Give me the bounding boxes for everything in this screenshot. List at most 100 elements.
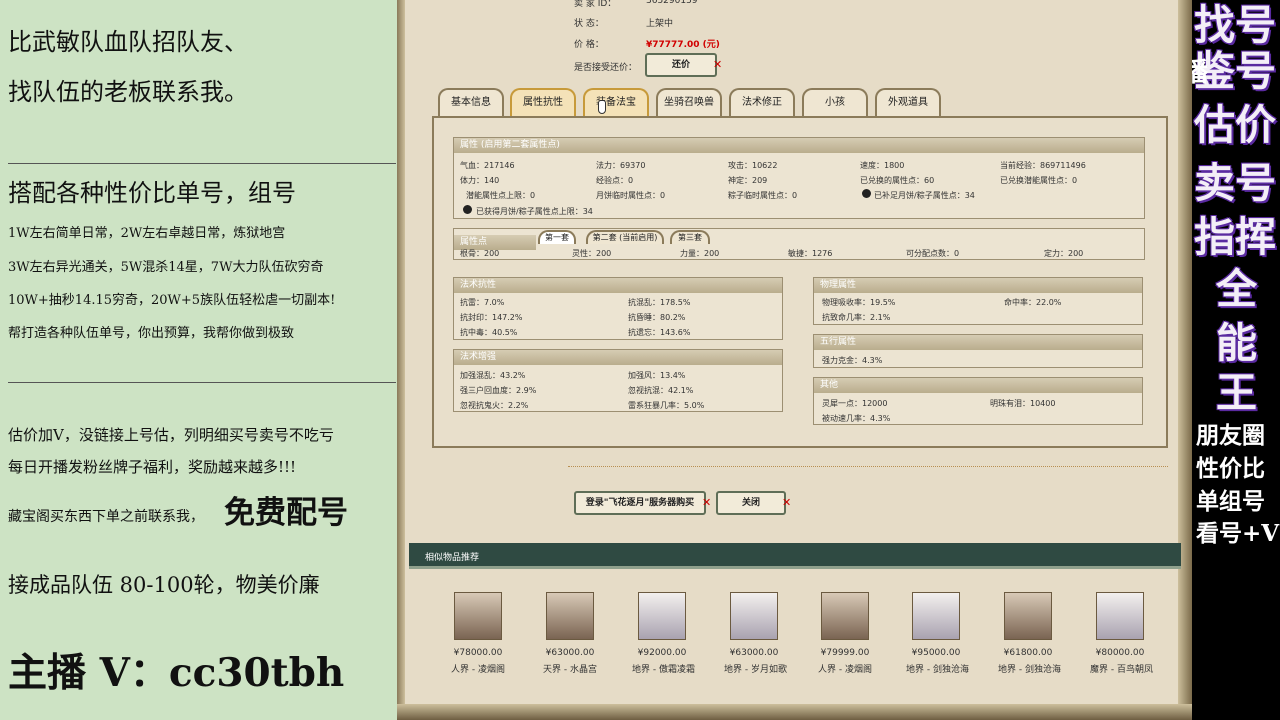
item-price: ¥63000.00 (729, 648, 779, 658)
attr-value: 攻击：10622 (728, 161, 778, 170)
tab-equipment[interactable]: 装备法宝 (583, 88, 649, 116)
attr-value: 气血：217146 (460, 161, 515, 170)
character-portrait[interactable] (454, 592, 502, 640)
point-value: 定力：200 (1044, 249, 1084, 258)
attr-value: 速度：1800 (860, 161, 905, 170)
points-set-1[interactable]: 第一套 (538, 230, 576, 244)
tab-appearance[interactable]: 外观道具 (875, 88, 941, 116)
item-server: 地界 - 傲霜凌霜 (632, 665, 695, 675)
bargain-button[interactable]: 还价 (645, 53, 717, 77)
promo-line: 每日开播发粉丝牌子福利，奖励越来越多!!! (8, 458, 297, 476)
attr-value: 体力：140 (460, 176, 500, 185)
seller-id-value: 365290159 (646, 0, 698, 6)
resist-value: 抗雷：7.0% (460, 298, 505, 307)
promo-panel-left: 比武敏队血队招队友、 找队伍的老板联系我。 搭配各种性价比单号，组号 1W左右简… (0, 0, 397, 720)
character-portrait[interactable] (821, 592, 869, 640)
tab-basic-info[interactable]: 基本信息 (438, 88, 504, 116)
character-portrait[interactable] (730, 592, 778, 640)
resist-value: 抗昏睡：80.2% (628, 313, 686, 322)
close-button[interactable]: 关闭 (716, 491, 786, 515)
attributes-header: 属性 (启用第二套属性点) (454, 138, 1144, 153)
price-label: 价 格： (574, 40, 604, 50)
tab-attr-resist[interactable]: 属性抗性 (510, 88, 576, 116)
attr-value: 粽子临时属性点：0 (728, 191, 798, 200)
attr-value: 已兑换的属性点：60 (860, 176, 935, 185)
promo-line: 估价加V，没链接上号估，列明细买号卖号不吃亏 (8, 426, 334, 444)
other-value: 灵犀一点：12000 (822, 399, 888, 408)
promo-highlight: 免费配号 (224, 495, 348, 531)
similar-item[interactable]: ¥63000.00 天界 - 水晶宫 (540, 592, 600, 675)
item-server: 天界 - 水晶宫 (543, 665, 597, 675)
promo-line: 帮打造各种队伍单号，你出预算，我帮你做到极致 (8, 326, 295, 341)
boost-value: 强三户回血度：2.9% (460, 386, 537, 395)
similar-item[interactable]: ¥92000.00 地界 - 傲霜凌霜 (632, 592, 695, 675)
item-price: ¥79999.00 (820, 648, 870, 658)
boost-value: 雷系狂暴几率：5.0% (628, 401, 705, 410)
character-portrait[interactable] (912, 592, 960, 640)
boost-value: 忽视抗鬼火：2.2% (460, 401, 529, 410)
attr-value: 当前经验：869711496 (1000, 161, 1086, 170)
phys-header: 物理属性 (814, 278, 1142, 293)
item-price: ¥78000.00 (453, 648, 503, 658)
point-value: 根骨：200 (460, 249, 500, 258)
points-set-3[interactable]: 第三套 (670, 230, 710, 244)
promo-line: 1W左右简单日常，2W左右卓越日常，炼狱地宫 (8, 226, 286, 241)
banner-text: 全 (1216, 265, 1257, 313)
resist-value: 抗混乱：178.5% (628, 298, 691, 307)
item-price: ¥80000.00 (1095, 648, 1145, 658)
help-icon[interactable] (463, 205, 472, 214)
similar-item[interactable]: ¥80000.00 魔界 - 百鸟朝凤 (1090, 592, 1153, 675)
character-portrait[interactable] (1004, 592, 1052, 640)
tab-child[interactable]: 小孩 (802, 88, 868, 116)
other-value: 被动速几率：4.3% (822, 414, 891, 423)
character-portrait[interactable] (546, 592, 594, 640)
similar-item[interactable]: ¥95000.00 地界 - 剑独沧海 (906, 592, 969, 675)
seller-id-label: 卖 家 ID： (574, 0, 617, 9)
attr-value: 经验点：0 (596, 176, 634, 185)
boost-header: 法术增强 (454, 350, 782, 365)
divider (8, 382, 396, 383)
character-portrait[interactable] (1096, 592, 1144, 640)
similar-item[interactable]: ¥61800.00 地界 - 剑独沧海 (998, 592, 1061, 675)
promo-line: 搭配各种性价比单号，组号 (8, 179, 296, 207)
banner-text: 能 (1216, 319, 1257, 367)
boost-value: 加强风：13.4% (628, 371, 686, 380)
tab-spell-mod[interactable]: 法术修正 (729, 88, 795, 116)
character-portrait[interactable] (638, 592, 686, 640)
item-server: 地界 - 剑独沧海 (998, 665, 1061, 675)
similar-item[interactable]: ¥79999.00 人界 - 凌烟阁 (815, 592, 875, 675)
banner-small: 性价比 (1196, 455, 1265, 482)
item-price: ¥95000.00 (911, 648, 961, 658)
divider (8, 163, 396, 164)
attr-value: 已补足月饼/粽子属性点：34 (874, 191, 975, 200)
close-icon: ✕ (713, 58, 723, 71)
banner-small: 朋友圈 (1196, 422, 1265, 449)
similar-item[interactable]: ¥63000.00 地界 - 岁月如歌 (724, 592, 787, 675)
attr-value: 神定：209 (728, 176, 768, 185)
login-buy-button[interactable]: 登录"飞花逐月"服务器购买 (574, 491, 706, 515)
resist-value: 抗封印：147.2% (460, 313, 523, 322)
resist-value: 抗中毒：40.5% (460, 328, 518, 337)
boost-value: 忽视抗混：42.1% (628, 386, 694, 395)
item-server: 人界 - 凌烟阁 (818, 665, 872, 675)
status-label: 状 态： (574, 19, 604, 29)
tab-mount-pet[interactable]: 坐骑召唤兽 (656, 88, 722, 116)
banner-small: 看号+V (1196, 520, 1280, 547)
item-server: 魔界 - 百鸟朝凤 (1090, 665, 1153, 675)
help-icon[interactable] (862, 189, 871, 198)
mouse-cursor-icon (598, 100, 606, 114)
similar-item[interactable]: ¥78000.00 人界 - 凌烟阁 (448, 592, 508, 675)
window-frame (1178, 0, 1192, 720)
divider (568, 466, 1168, 467)
similar-items-header: 相似物品推荐 (409, 543, 1181, 569)
close-icon: ✕ (702, 496, 712, 509)
item-server: 地界 - 剑独沧海 (906, 665, 969, 675)
bargain-label: 是否接受还价： (574, 63, 638, 73)
point-value: 敏捷：1276 (788, 249, 833, 258)
points-set-2[interactable]: 第二套 (当前启用) (586, 230, 664, 244)
promo-line: 找队伍的老板联系我。 (8, 78, 248, 106)
attr-value: 月饼临时属性点：0 (596, 191, 666, 200)
five-header: 五行属性 (814, 335, 1142, 350)
other-value: 明珠有泪：10400 (990, 399, 1056, 408)
item-server: 地界 - 岁月如歌 (724, 665, 787, 675)
